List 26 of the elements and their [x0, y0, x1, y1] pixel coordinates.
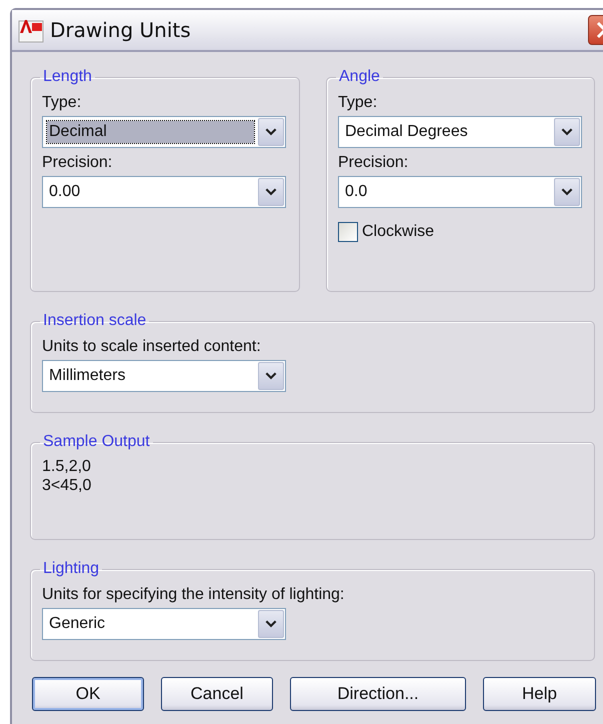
- field-label: Type:: [42, 94, 82, 112]
- dropdown[interactable]: 0.00: [42, 176, 286, 208]
- field-label: Type:: [338, 94, 378, 112]
- dropdown[interactable]: Millimeters: [42, 360, 286, 392]
- field-label: Precision:: [42, 154, 114, 172]
- app-icon: [18, 17, 44, 43]
- dialog-button[interactable]: Help: [483, 677, 596, 711]
- group-title: Lighting: [42, 560, 100, 578]
- field-label: Units for specifying the intensity of lighting:: [42, 586, 346, 604]
- sample-output-line: 3<45,0: [42, 476, 92, 495]
- group-title: Insertion scale: [42, 312, 148, 330]
- sample-output-line: 1.5,2,0: [42, 457, 92, 476]
- dialog-button[interactable]: Direction...: [290, 677, 466, 711]
- dialog-button[interactable]: Cancel: [161, 677, 273, 711]
- group-title: Length: [42, 68, 93, 86]
- window-title: Drawing Units: [50, 18, 192, 42]
- dialog-button[interactable]: OK: [32, 677, 144, 711]
- field-label: Units to scale inserted content:: [42, 338, 262, 356]
- field-label: Precision:: [338, 154, 410, 172]
- dropdown[interactable]: Decimal Degrees: [338, 116, 582, 148]
- dropdown[interactable]: 0.0: [338, 176, 582, 208]
- dropdown[interactable]: Decimal: [42, 116, 286, 148]
- clockwise-checkbox[interactable]: Clockwise: [338, 222, 434, 242]
- dropdown[interactable]: Generic: [42, 608, 286, 640]
- group-title: Angle: [338, 68, 381, 86]
- group-title: Sample Output: [42, 433, 151, 451]
